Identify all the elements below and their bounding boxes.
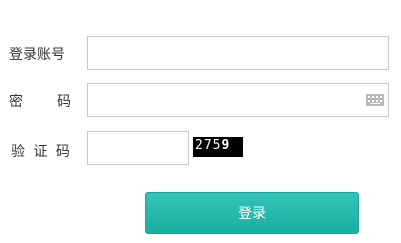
account-input[interactable]: [87, 36, 389, 70]
captcha-text: 275: [195, 138, 222, 153]
captcha-image[interactable]: 2759: [193, 137, 243, 157]
keyboard-icon[interactable]: [366, 94, 384, 106]
password-label: 密 码: [9, 94, 73, 110]
login-button[interactable]: 登录: [145, 192, 359, 234]
captcha-input[interactable]: [87, 131, 189, 165]
account-label: 登录账号: [9, 47, 65, 63]
password-input[interactable]: [87, 83, 389, 117]
captcha-label: 验 证 码: [11, 144, 72, 160]
captcha-text-last: 9: [221, 138, 231, 153]
